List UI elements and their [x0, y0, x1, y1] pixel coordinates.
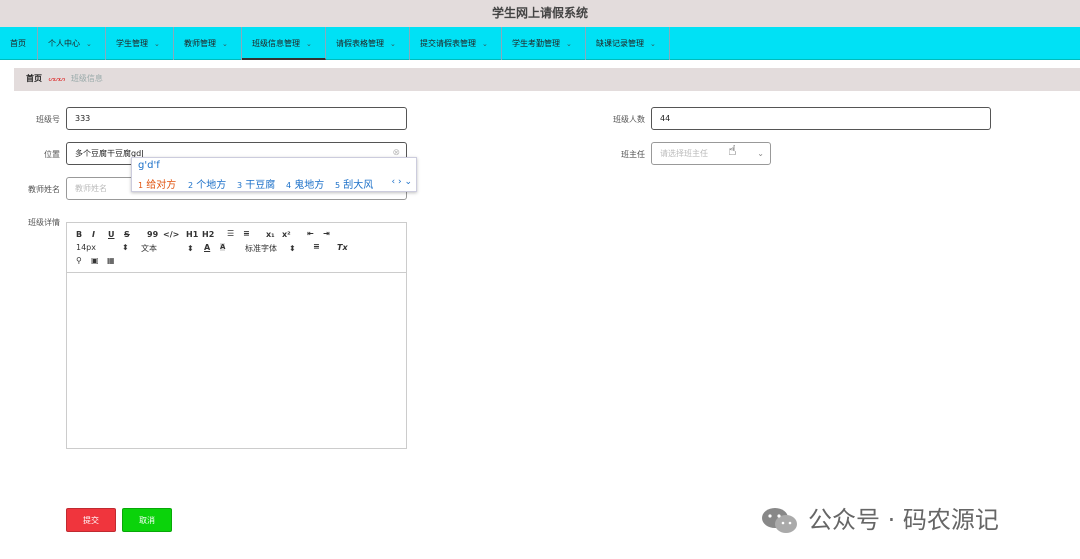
- class-size-label: 班级人数: [613, 115, 645, 124]
- editor-content-area[interactable]: [67, 274, 406, 448]
- background-color-icon[interactable]: A: [220, 243, 226, 251]
- submit-button[interactable]: 提交: [66, 508, 116, 532]
- breadcrumb: 首页 ᔕᔕᔕ 班级信息: [14, 68, 1080, 91]
- subscript-icon[interactable]: x₁: [266, 230, 275, 239]
- clear-format-icon[interactable]: Tx: [337, 243, 348, 252]
- ime-candidate[interactable]: 2 个地方: [188, 176, 226, 191]
- chevron-down-icon: ⌄: [650, 40, 656, 48]
- code-block-icon[interactable]: </>: [163, 230, 179, 239]
- chevron-down-icon: ⌄: [306, 40, 312, 48]
- nav-student-mgmt[interactable]: 学生管理 ⌄: [106, 27, 174, 60]
- nav-leave-form-mgmt[interactable]: 请假表格管理 ⌄: [326, 27, 410, 60]
- app-title: 学生网上请假系统: [0, 0, 1080, 27]
- video-icon[interactable]: ▦: [107, 256, 115, 265]
- teacher-name-label: 教师姓名: [28, 185, 60, 194]
- breadcrumb-current: 班级信息: [70, 74, 103, 83]
- nav-label: 学生考勤管理: [512, 39, 560, 48]
- location-label: 位置: [44, 150, 60, 159]
- nav-attendance-mgmt[interactable]: 学生考勤管理 ⌄: [502, 27, 586, 60]
- hand-cursor-icon: ☝: [728, 143, 737, 159]
- chevron-down-icon: ⌄: [390, 40, 396, 48]
- chevron-down-icon: ⌄: [86, 40, 92, 48]
- font-family-select[interactable]: 标准字体 ⬍: [245, 243, 296, 254]
- chevron-down-icon: ⌄: [566, 40, 572, 48]
- rich-text-editor: B I U S 99 </> H1 H2 ☰ ≡ x₁ x² ⇤ ⇥ 14px ⬍…: [66, 222, 407, 449]
- font-color-icon[interactable]: A: [204, 243, 210, 252]
- chevron-down-icon: ⌄: [154, 40, 160, 48]
- nav-submit-leave-mgmt[interactable]: 提交请假表管理 ⌄: [410, 27, 502, 60]
- head-teacher-label: 班主任: [621, 150, 645, 159]
- class-no-input[interactable]: 333: [66, 107, 407, 130]
- image-icon[interactable]: ▣: [91, 256, 99, 265]
- watermark-text: 公众号 · 码农源记: [808, 506, 999, 534]
- details-label: 班级详情: [28, 218, 60, 227]
- nav-class-info-mgmt[interactable]: 班级信息管理 ⌄: [242, 27, 326, 60]
- class-no-label: 班级号: [36, 115, 60, 124]
- blockquote-icon[interactable]: 99: [147, 230, 158, 239]
- nav-home[interactable]: 首页: [0, 27, 38, 60]
- ime-candidate[interactable]: 3 干豆腐: [237, 176, 275, 191]
- breadcrumb-separator-icon: ᔕᔕᔕ: [48, 75, 66, 83]
- nav-absence-record-mgmt[interactable]: 缺课记录管理 ⌄: [586, 27, 670, 60]
- ordered-list-icon[interactable]: ☰: [227, 229, 234, 238]
- ime-candidate[interactable]: 5 刮大风: [335, 176, 373, 191]
- text-type-select[interactable]: 文本 ⬍: [141, 243, 194, 254]
- outdent-icon[interactable]: ⇤: [307, 229, 314, 238]
- nav-label: 班级信息管理: [252, 39, 300, 48]
- nav-label: 个人中心: [48, 39, 80, 48]
- nav-label: 学生管理: [116, 39, 148, 48]
- head-teacher-placeholder: 请选择班主任: [660, 149, 708, 158]
- chevron-down-icon: ⌄: [757, 149, 764, 158]
- watermark: 公众号 · 码农源记: [760, 500, 999, 536]
- header2-icon[interactable]: H2: [202, 230, 214, 239]
- class-size-input[interactable]: 44: [651, 107, 991, 130]
- nav-label: 请假表格管理: [336, 39, 384, 48]
- bold-icon[interactable]: B: [76, 230, 82, 239]
- strike-icon[interactable]: S: [124, 230, 130, 239]
- nav-personal-center[interactable]: 个人中心 ⌄: [38, 27, 106, 60]
- cancel-button[interactable]: 取消: [122, 508, 172, 532]
- ime-page-nav-icon[interactable]: ‹ › ⌄: [392, 177, 412, 187]
- nav-label: 首页: [10, 39, 26, 48]
- ime-candidate[interactable]: 1 给对方: [138, 176, 176, 191]
- chevron-down-icon: ⌄: [222, 40, 228, 48]
- align-icon[interactable]: ≡: [313, 242, 320, 251]
- editor-toolbar: B I U S 99 </> H1 H2 ☰ ≡ x₁ x² ⇤ ⇥ 14px ⬍…: [67, 223, 406, 273]
- font-size-select[interactable]: 14px ⬍: [76, 243, 129, 252]
- chevron-down-icon: ⌄: [482, 40, 488, 48]
- nav-label: 教师管理: [184, 39, 216, 48]
- italic-icon[interactable]: I: [92, 230, 95, 239]
- indent-icon[interactable]: ⇥: [323, 229, 330, 238]
- breadcrumb-home[interactable]: 首页: [26, 74, 42, 83]
- header1-icon[interactable]: H1: [186, 230, 198, 239]
- ime-candidate-popup: g'd'f 1 给对方 2 个地方 3 干豆腐 4 鬼地方 5 刮大风 ‹ › …: [131, 157, 417, 192]
- superscript-icon[interactable]: x²: [282, 230, 291, 239]
- bullet-list-icon[interactable]: ≡: [243, 229, 250, 238]
- wechat-icon: [760, 506, 800, 536]
- underline-icon[interactable]: U: [108, 230, 115, 239]
- link-icon[interactable]: ⚲: [76, 256, 82, 265]
- nav-label: 缺课记录管理: [596, 39, 644, 48]
- nav-teacher-mgmt[interactable]: 教师管理 ⌄: [174, 27, 242, 60]
- ime-composition: g'd'f: [138, 160, 160, 171]
- ime-candidate[interactable]: 4 鬼地方: [286, 176, 324, 191]
- nav-label: 提交请假表管理: [420, 39, 476, 48]
- teacher-name-placeholder: 教师姓名: [75, 184, 107, 193]
- head-teacher-select[interactable]: 请选择班主任 ⌄: [651, 142, 771, 165]
- top-navbar: 首页 个人中心 ⌄ 学生管理 ⌄ 教师管理 ⌄ 班级信息管理 ⌄ 请假表格管理 ⌄ 提交请…: [0, 27, 1080, 60]
